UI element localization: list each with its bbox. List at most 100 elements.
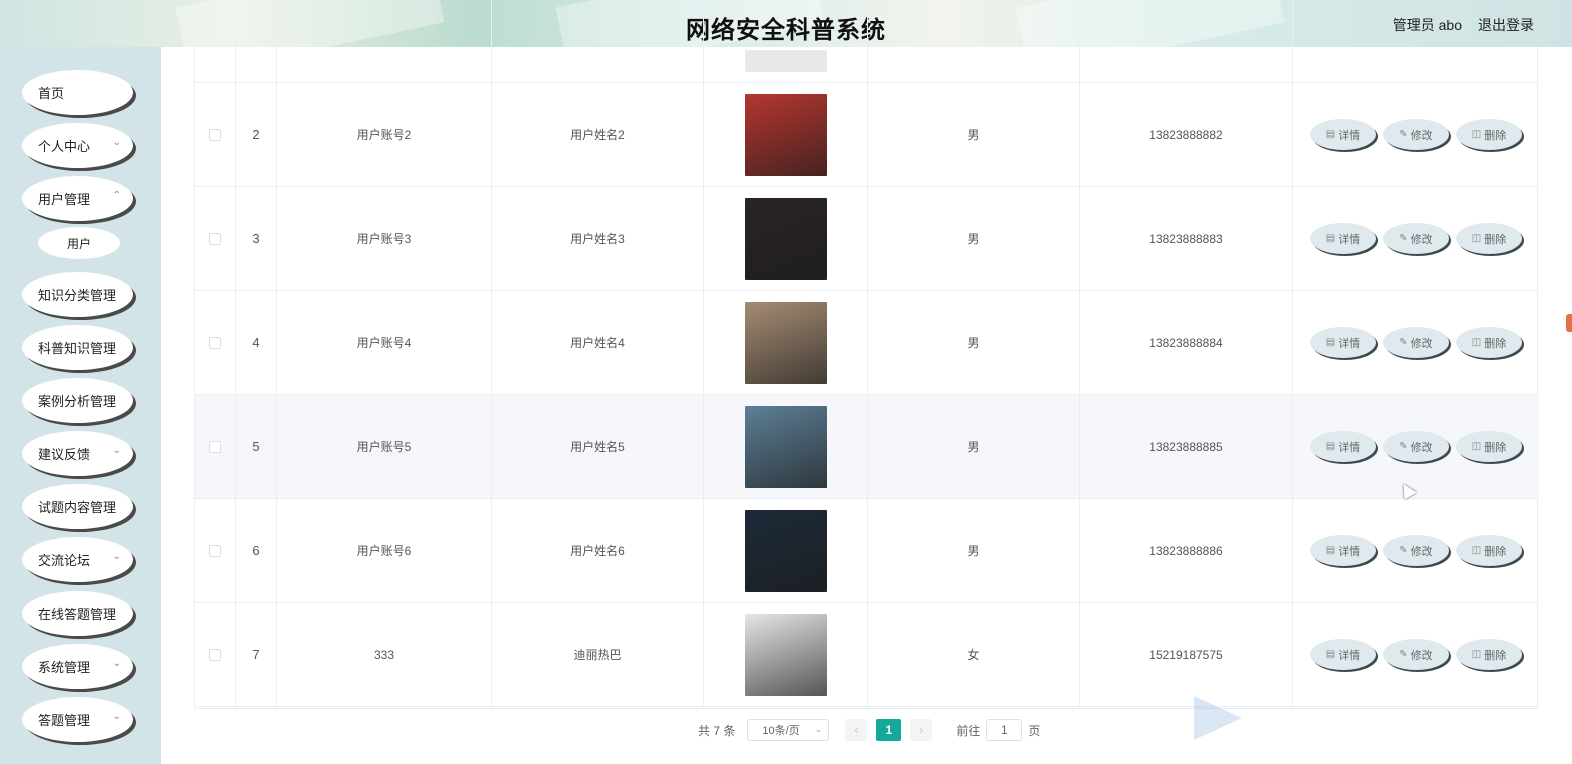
user-phone: 13823888884 <box>1080 291 1293 394</box>
delete-label: 删除 <box>1484 233 1507 246</box>
edit-button[interactable]: ✎ 修改 <box>1383 535 1449 566</box>
pencil-icon: ✎ <box>1399 545 1408 556</box>
edit-button[interactable]: ✎ 修改 <box>1383 223 1449 254</box>
detail-button[interactable]: ▤ 详情 <box>1310 119 1376 150</box>
edit-button[interactable]: ✎ 修改 <box>1383 119 1449 150</box>
row-index: 5 <box>236 395 277 498</box>
sidebar-item-label: 系统管理 <box>38 660 91 675</box>
delete-button[interactable]: ◫ 删除 <box>1456 327 1522 358</box>
user-phone: 15219187575 <box>1080 603 1293 706</box>
pagination-total: 共 7 条 <box>698 723 736 738</box>
user-photo <box>744 613 827 696</box>
delete-label: 删除 <box>1484 337 1507 350</box>
edit-button[interactable]: ✎ 修改 <box>1383 431 1449 462</box>
next-page-button[interactable]: › <box>910 719 933 741</box>
pencil-icon: ✎ <box>1399 649 1408 660</box>
user-sex: 男 <box>868 187 1080 290</box>
page-button-current[interactable]: 1 <box>876 719 902 741</box>
sidebar-item-label: 案例分析管理 <box>38 394 117 409</box>
sidebar-item-online-quiz[interactable]: 在线答题管理 <box>22 591 133 636</box>
delete-button[interactable]: ◫ 删除 <box>1456 431 1522 462</box>
delete-label: 删除 <box>1484 545 1507 558</box>
sidebar-item-system-management[interactable]: 系统管理 ⌄ <box>22 644 133 689</box>
row-checkbox[interactable] <box>209 648 221 661</box>
sidebar-item-personal-center[interactable]: 个人中心 ⌄ <box>22 123 133 168</box>
user-account: 333 <box>277 603 492 706</box>
goto-page-input[interactable] <box>986 719 1023 741</box>
detail-label: 详情 <box>1338 129 1361 142</box>
user-name: 用户姓名5 <box>492 395 704 498</box>
user-phone: 13823888885 <box>1080 395 1293 498</box>
user-name: 用户姓名4 <box>492 291 704 394</box>
table-row: 3 用户账号3 用户姓名3 男 13823888883 ▤ 详情 ✎ 修改 ◫ 删除 <box>195 187 1539 291</box>
sidebar-item-science-knowledge[interactable]: 科普知识管理 <box>22 325 133 370</box>
table-row-partial <box>195 0 1539 83</box>
delete-button[interactable]: ◫ 删除 <box>1456 639 1522 670</box>
table-row: 6 用户账号6 用户姓名6 男 13823888886 ▤ 详情 ✎ 修改 ◫ 删除 <box>195 499 1539 603</box>
edit-label: 修改 <box>1410 337 1433 350</box>
user-photo <box>744 197 827 280</box>
user-sex: 男 <box>868 499 1080 602</box>
detail-button[interactable]: ▤ 详情 <box>1310 535 1376 566</box>
user-photo <box>744 509 827 592</box>
sidebar-subitem-users[interactable]: 用户 <box>38 227 120 259</box>
user-name: 迪丽热巴 <box>492 603 704 706</box>
document-icon: ▤ <box>1325 649 1336 660</box>
trash-icon: ◫ <box>1471 233 1482 244</box>
sidebar-item-case-analysis[interactable]: 案例分析管理 <box>22 378 133 423</box>
sidebar-item-knowledge-category[interactable]: 知识分类管理 <box>22 272 133 317</box>
row-checkbox[interactable] <box>209 232 221 245</box>
user-account: 用户账号4 <box>277 291 492 394</box>
document-icon: ▤ <box>1325 441 1336 452</box>
sidebar-item-label: 交流论坛 <box>38 553 91 568</box>
detail-button[interactable]: ▤ 详情 <box>1310 639 1376 670</box>
user-photo <box>744 405 827 488</box>
sidebar-item-answer-management[interactable]: 答题管理 ⌄ <box>22 697 133 742</box>
user-account: 用户账号5 <box>277 395 492 498</box>
chevron-down-icon: ⌄ <box>112 551 121 562</box>
document-icon: ▤ <box>1325 129 1336 140</box>
chevron-down-icon: ⌄ <box>112 137 121 148</box>
user-sex: 男 <box>868 83 1080 186</box>
chevron-down-icon: ⌄ <box>112 445 121 456</box>
edit-label: 修改 <box>1410 545 1433 558</box>
pencil-icon: ✎ <box>1399 441 1408 452</box>
delete-button[interactable]: ◫ 删除 <box>1456 119 1522 150</box>
row-checkbox[interactable] <box>209 336 221 349</box>
user-account: 用户账号2 <box>277 83 492 186</box>
sidebar-item-forum[interactable]: 交流论坛 ⌄ <box>22 537 133 582</box>
edit-button[interactable]: ✎ 修改 <box>1383 327 1449 358</box>
page-size-value: 10条/页 <box>762 725 800 737</box>
chevron-down-icon: ⌄ <box>814 724 823 734</box>
sidebar-item-user-management[interactable]: 用户管理 ⌃ <box>22 176 133 221</box>
row-checkbox[interactable] <box>209 440 221 453</box>
user-sex: 男 <box>868 395 1080 498</box>
row-checkbox[interactable] <box>209 544 221 557</box>
sidebar-item-label: 科普知识管理 <box>38 341 117 356</box>
document-icon: ▤ <box>1325 233 1336 244</box>
delete-label: 删除 <box>1484 441 1507 454</box>
user-name: 用户姓名2 <box>492 83 704 186</box>
user-account: 用户账号6 <box>277 499 492 602</box>
user-phone: 13823888882 <box>1080 83 1293 186</box>
delete-label: 删除 <box>1484 649 1507 662</box>
detail-button[interactable]: ▤ 详情 <box>1310 431 1376 462</box>
delete-button[interactable]: ◫ 删除 <box>1456 535 1522 566</box>
row-checkbox[interactable] <box>209 128 221 141</box>
side-tab-icon[interactable] <box>1566 314 1572 332</box>
sidebar-item-question-content[interactable]: 试题内容管理 <box>22 484 133 529</box>
user-name: 用户姓名3 <box>492 187 704 290</box>
user-phone: 13823888883 <box>1080 187 1293 290</box>
edit-button[interactable]: ✎ 修改 <box>1383 639 1449 670</box>
detail-button[interactable]: ▤ 详情 <box>1310 223 1376 254</box>
sidebar-item-home[interactable]: 首页 <box>22 70 133 115</box>
prev-page-button[interactable]: ‹ <box>845 719 868 741</box>
pencil-icon: ✎ <box>1399 233 1408 244</box>
sidebar-item-feedback[interactable]: 建议反馈 ⌄ <box>22 431 133 476</box>
delete-button[interactable]: ◫ 删除 <box>1456 223 1522 254</box>
page-size-select[interactable]: 10条/页 ⌄ <box>747 719 830 741</box>
trash-icon: ◫ <box>1471 649 1482 660</box>
sidebar-item-label: 个人中心 <box>38 139 91 154</box>
detail-button[interactable]: ▤ 详情 <box>1310 327 1376 358</box>
trash-icon: ◫ <box>1471 441 1482 452</box>
